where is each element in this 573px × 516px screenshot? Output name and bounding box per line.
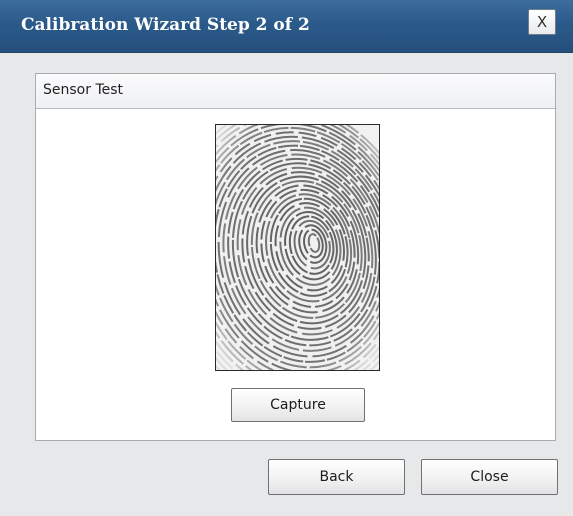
- calibration-wizard-window: Calibration Wizard Step 2 of 2 X Sensor …: [0, 0, 573, 516]
- back-button[interactable]: Back: [268, 459, 405, 495]
- panel-title: Sensor Test: [43, 82, 124, 98]
- window-title: Calibration Wizard Step 2 of 2: [21, 15, 310, 35]
- panel-header: Sensor Test: [36, 74, 555, 109]
- fingerprint-image: [215, 124, 380, 371]
- sensor-test-panel: Sensor Test Capture: [35, 73, 556, 441]
- close-window-button[interactable]: X: [528, 9, 556, 35]
- fingerprint-icon: [216, 125, 379, 370]
- title-bar: Calibration Wizard Step 2 of 2 X: [0, 0, 573, 53]
- close-button[interactable]: Close: [421, 459, 558, 495]
- capture-button[interactable]: Capture: [231, 388, 365, 422]
